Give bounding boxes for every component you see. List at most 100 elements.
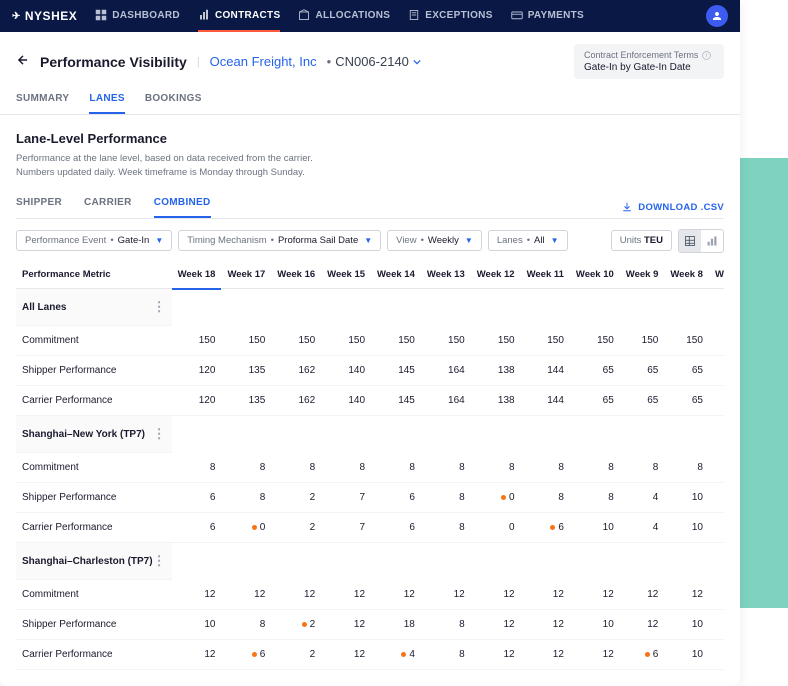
week-header[interactable]: Week 14 <box>371 261 421 289</box>
cell: 12 <box>471 610 521 640</box>
cell-flagged: 2 <box>709 610 724 640</box>
enforcement-value: Gate-In by Gate-In Date <box>584 62 714 73</box>
cell: 144 <box>521 386 570 416</box>
filter-performance-event[interactable]: Performance Event • Gate-In▼ <box>16 230 172 251</box>
view-chart-button[interactable] <box>701 230 723 252</box>
metric-label: Carrier Performance <box>16 386 172 416</box>
svg-text:i: i <box>706 53 707 59</box>
cell: 10 <box>664 513 709 543</box>
week-header[interactable]: Week 13 <box>421 261 471 289</box>
nav-payments[interactable]: PAYMENTS <box>511 0 584 32</box>
cell: 8 <box>172 453 222 483</box>
cell: 12 <box>172 580 222 610</box>
cell: 150 <box>172 326 222 356</box>
week-header[interactable]: Week 10 <box>570 261 620 289</box>
cell: 0 <box>471 513 521 543</box>
cell: 12 <box>471 640 521 670</box>
filter-view[interactable]: View • Weekly▼ <box>387 230 482 251</box>
cell: 138 <box>471 386 521 416</box>
cell: 150 <box>271 326 321 356</box>
table-row: Commitment150150150150150150150150150150… <box>16 326 724 356</box>
exceptions-icon <box>408 9 420 21</box>
cell: 59 <box>709 356 724 386</box>
tab-summary[interactable]: SUMMARY <box>16 93 69 114</box>
flag-icon <box>252 525 257 530</box>
performance-table: Performance MetricWeek 18Week 17Week 16W… <box>16 261 724 671</box>
table-section-row: All Lanes⋮ <box>16 289 724 327</box>
week-header[interactable]: Week 8 <box>664 261 709 289</box>
row-menu-icon[interactable]: ⋮ <box>153 553 166 569</box>
cell: 120 <box>172 356 222 386</box>
cell: 2 <box>271 513 321 543</box>
payments-icon <box>511 9 523 21</box>
week-header[interactable]: Week 12 <box>471 261 521 289</box>
flag-icon <box>252 652 257 657</box>
row-menu-icon[interactable]: ⋮ <box>153 426 166 442</box>
nav-contracts[interactable]: CONTRACTS <box>198 0 280 32</box>
cell: 4 <box>620 513 665 543</box>
cell-flagged: 6 <box>521 513 570 543</box>
week-header[interactable]: Week 11 <box>521 261 570 289</box>
week-header[interactable]: Week 17 <box>221 261 271 289</box>
cell: 10 <box>664 610 709 640</box>
enforcement-terms-box: Contract Enforcement Terms i Gate-In by … <box>574 44 724 79</box>
brand-logo[interactable]: ✈ NYSHEX <box>12 9 77 23</box>
cell-flagged: 4 <box>371 640 421 670</box>
nav-allocations[interactable]: ALLOCATIONS <box>298 0 390 32</box>
nav-dashboard[interactable]: DASHBOARD <box>95 0 180 32</box>
cell: 145 <box>371 386 421 416</box>
back-arrow-icon[interactable] <box>16 53 30 70</box>
table-row: Carrier Performance602768061041026 <box>16 513 724 543</box>
week-header[interactable]: Week 15 <box>321 261 371 289</box>
user-avatar[interactable] <box>706 5 728 27</box>
cell: 12 <box>620 580 665 610</box>
cell: 6 <box>371 483 421 513</box>
table-section-row: Shanghai–New York (TP7)⋮ <box>16 416 724 454</box>
week-header[interactable]: Week 16 <box>271 261 321 289</box>
subtab-shipper[interactable]: SHIPPER <box>16 197 62 218</box>
cell: 8 <box>471 453 521 483</box>
cell: 145 <box>371 356 421 386</box>
download-csv-button[interactable]: DOWNLOAD .CSV <box>622 202 724 213</box>
week-header[interactable]: Week 9 <box>620 261 665 289</box>
info-icon[interactable]: i <box>702 51 711 60</box>
nav-exceptions[interactable]: EXCEPTIONS <box>408 0 492 32</box>
cell-flagged: 0 <box>221 513 271 543</box>
cell: 65 <box>664 356 709 386</box>
cell: 65 <box>570 386 620 416</box>
cell: 150 <box>471 326 521 356</box>
cell: 150 <box>709 326 724 356</box>
table-row: Shipper Performance68276808841026 <box>16 483 724 513</box>
cell: 2 <box>709 513 724 543</box>
filter-lanes[interactable]: Lanes • All▼ <box>488 230 568 251</box>
view-table-button[interactable] <box>679 230 701 252</box>
subtab-combined[interactable]: COMBINED <box>154 197 211 218</box>
cell: 8 <box>570 483 620 513</box>
tab-bookings[interactable]: BOOKINGS <box>145 93 202 114</box>
week-header[interactable]: Week 7 <box>709 261 724 289</box>
section-desc-2: Numbers updated daily. Week timeframe is… <box>16 166 724 180</box>
cell: 12 <box>521 610 570 640</box>
cell: 65 <box>620 356 665 386</box>
cell: 150 <box>570 326 620 356</box>
tab-lanes[interactable]: LANES <box>89 93 124 114</box>
cell: 6 <box>172 483 222 513</box>
table-row: Shipper Performance120135162140145164138… <box>16 356 724 386</box>
contract-selector[interactable]: • CN006-2140 <box>327 54 421 69</box>
metric-label: Shipper Performance <box>16 610 172 640</box>
filter-timing-mechanism[interactable]: Timing Mechanism • Proforma Sail Date▼ <box>178 230 381 251</box>
subtab-carrier[interactable]: CARRIER <box>84 197 132 218</box>
cell: 150 <box>664 326 709 356</box>
row-menu-icon[interactable]: ⋮ <box>153 299 166 315</box>
table-icon <box>684 235 696 247</box>
flag-icon <box>302 622 307 627</box>
cell: 164 <box>421 386 471 416</box>
org-link[interactable]: Ocean Freight, Inc <box>210 54 317 69</box>
table-row: Shipper Performance108212188121210121021… <box>16 610 724 640</box>
cell: 8 <box>221 453 271 483</box>
metric-label: Commitment <box>16 326 172 356</box>
table-row: Carrier Performance12621248121212610212 <box>16 640 724 670</box>
cell: 8 <box>221 483 271 513</box>
cell-flagged: 6 <box>620 640 665 670</box>
week-header[interactable]: Week 18 <box>172 261 222 289</box>
